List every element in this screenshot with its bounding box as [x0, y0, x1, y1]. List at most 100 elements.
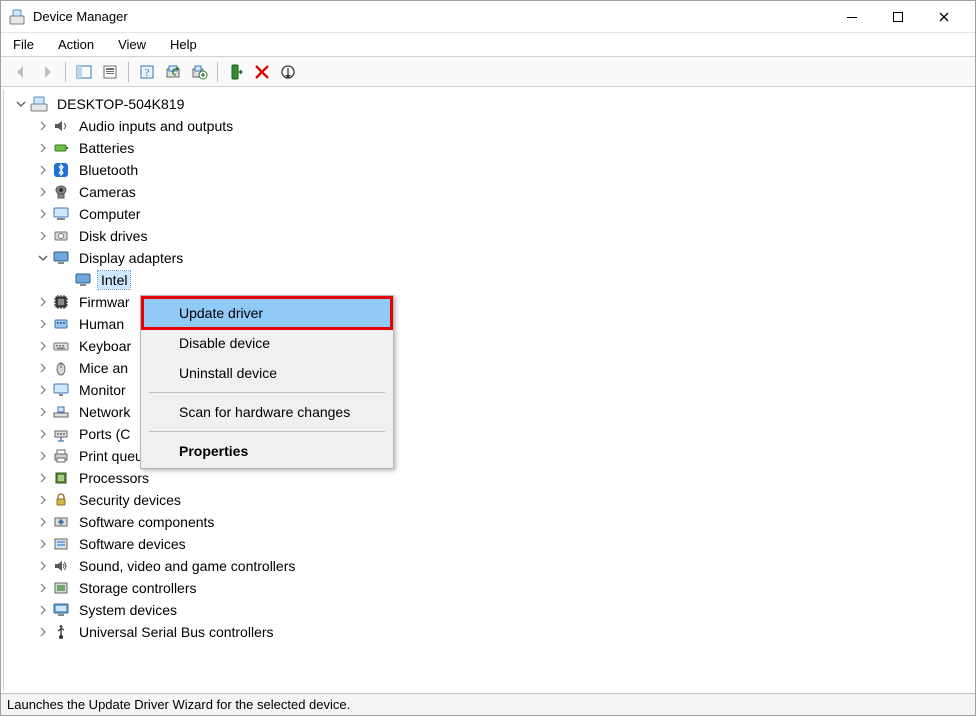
computer-root-icon	[30, 95, 48, 113]
device-category[interactable]: Software components	[12, 511, 969, 533]
menubar: File Action View Help	[1, 33, 975, 57]
chevron-right-icon[interactable]	[36, 185, 50, 199]
chevron-right-icon[interactable]	[36, 141, 50, 155]
device-item[interactable]: Intel	[12, 269, 969, 291]
menu-file[interactable]: File	[9, 35, 38, 54]
device-category[interactable]: Sound, video and game controllers	[12, 555, 969, 577]
device-label: Processors	[76, 469, 152, 487]
svg-text:?: ?	[145, 67, 150, 79]
chevron-right-icon[interactable]	[36, 603, 50, 617]
chevron-down-icon[interactable]	[14, 97, 28, 111]
device-category[interactable]: Bluetooth	[12, 159, 969, 181]
chevron-right-icon[interactable]	[36, 119, 50, 133]
hid-icon	[52, 315, 70, 333]
context-menu-item[interactable]: Properties	[143, 436, 391, 466]
device-label: Intel	[98, 271, 130, 289]
device-label: Sound, video and game controllers	[76, 557, 298, 575]
back-button[interactable]	[9, 60, 33, 84]
swdev-icon	[52, 535, 70, 553]
show-hide-tree-button[interactable]	[72, 60, 96, 84]
device-category[interactable]: Software devices	[12, 533, 969, 555]
device-category[interactable]: Batteries	[12, 137, 969, 159]
device-category[interactable]: Audio inputs and outputs	[12, 115, 969, 137]
chevron-right-icon[interactable]	[36, 625, 50, 639]
toolbar-separator	[217, 62, 218, 82]
update-driver-button[interactable]	[187, 60, 211, 84]
statusbar: Launches the Update Driver Wizard for th…	[1, 693, 975, 715]
device-category[interactable]: Storage controllers	[12, 577, 969, 599]
disk-icon	[52, 227, 70, 245]
device-label: Disk drives	[76, 227, 150, 245]
device-label: Firmwar	[76, 293, 133, 311]
device-category[interactable]: Cameras	[12, 181, 969, 203]
device-category[interactable]: Computer	[12, 203, 969, 225]
chevron-right-icon[interactable]	[36, 471, 50, 485]
properties-button[interactable]	[98, 60, 122, 84]
expander-placeholder	[58, 273, 72, 287]
context-menu-separator	[149, 392, 385, 393]
chevron-right-icon[interactable]	[36, 493, 50, 507]
context-menu-item[interactable]: Disable device	[143, 328, 391, 358]
context-menu-item[interactable]: Update driver	[143, 298, 391, 328]
menu-help[interactable]: Help	[166, 35, 201, 54]
device-category[interactable]: Display adapters	[12, 247, 969, 269]
chevron-right-icon[interactable]	[36, 361, 50, 375]
chevron-right-icon[interactable]	[36, 163, 50, 177]
device-label: Computer	[76, 205, 143, 223]
device-tree-root[interactable]: DESKTOP-504K819	[12, 93, 969, 115]
disable-device-button[interactable]	[276, 60, 300, 84]
enable-device-button[interactable]	[224, 60, 248, 84]
device-label: System devices	[76, 601, 180, 619]
toolbar: ?	[1, 57, 975, 87]
window-title: Device Manager	[33, 9, 829, 24]
bluetooth-icon	[52, 161, 70, 179]
chevron-right-icon[interactable]	[36, 581, 50, 595]
chevron-down-icon[interactable]	[36, 251, 50, 265]
device-category[interactable]: Security devices	[12, 489, 969, 511]
help-button[interactable]: ?	[135, 60, 159, 84]
camera-icon	[52, 183, 70, 201]
chevron-right-icon[interactable]	[36, 229, 50, 243]
minimize-button[interactable]	[829, 1, 875, 33]
ports-icon	[52, 425, 70, 443]
menu-action[interactable]: Action	[54, 35, 98, 54]
display-icon	[52, 249, 70, 267]
device-label: Cameras	[76, 183, 139, 201]
sound-icon	[52, 557, 70, 575]
chevron-right-icon[interactable]	[36, 537, 50, 551]
device-label: Universal Serial Bus controllers	[76, 623, 277, 641]
chevron-right-icon[interactable]	[36, 339, 50, 353]
chevron-right-icon[interactable]	[36, 515, 50, 529]
printer-icon	[52, 447, 70, 465]
device-label: Ports (C	[76, 425, 133, 443]
chevron-right-icon[interactable]	[36, 207, 50, 221]
chevron-right-icon[interactable]	[36, 317, 50, 331]
window-controls	[829, 1, 967, 33]
device-label: Display adapters	[76, 249, 186, 267]
speaker-icon	[52, 117, 70, 135]
chevron-right-icon[interactable]	[36, 295, 50, 309]
display-icon	[74, 271, 92, 289]
context-menu-item[interactable]: Uninstall device	[143, 358, 391, 388]
chevron-right-icon[interactable]	[36, 405, 50, 419]
device-label: Bluetooth	[76, 161, 141, 179]
device-category[interactable]: Disk drives	[12, 225, 969, 247]
device-category[interactable]: Universal Serial Bus controllers	[12, 621, 969, 643]
context-menu: Update driverDisable deviceUninstall dev…	[140, 295, 394, 469]
chevron-right-icon[interactable]	[36, 427, 50, 441]
scan-hardware-button[interactable]	[161, 60, 185, 84]
maximize-button[interactable]	[875, 1, 921, 33]
close-button[interactable]	[921, 1, 967, 33]
uninstall-device-button[interactable]	[250, 60, 274, 84]
context-menu-item[interactable]: Scan for hardware changes	[143, 397, 391, 427]
chevron-right-icon[interactable]	[36, 383, 50, 397]
chevron-right-icon[interactable]	[36, 449, 50, 463]
usb-icon	[52, 623, 70, 641]
device-category[interactable]: System devices	[12, 599, 969, 621]
keyboard-icon	[52, 337, 70, 355]
device-label: Monitor	[76, 381, 129, 399]
menu-view[interactable]: View	[114, 35, 150, 54]
device-category[interactable]: Processors	[12, 467, 969, 489]
forward-button[interactable]	[35, 60, 59, 84]
chevron-right-icon[interactable]	[36, 559, 50, 573]
